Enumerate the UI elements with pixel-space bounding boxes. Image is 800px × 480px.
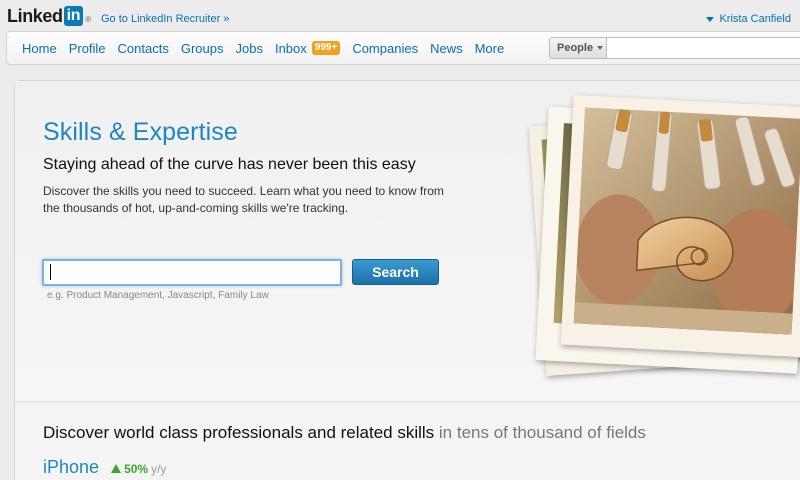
trend-up-icon	[111, 464, 122, 473]
main-content: Skills & Expertise Staying ahead of the …	[14, 80, 800, 480]
skills-hero: Skills & Expertise Staying ahead of the …	[15, 81, 800, 401]
nav-item-groups[interactable]: Groups	[175, 41, 230, 56]
linkedin-logo[interactable]: Linked in ®	[7, 5, 91, 27]
nav-item-home[interactable]: Home	[7, 41, 63, 56]
logo-registered-mark: ®	[85, 15, 92, 24]
user-menu[interactable]: Krista Canfield	[706, 13, 791, 25]
chevron-down-icon	[706, 16, 715, 22]
discover-heading: Discover world class professionals and r…	[43, 423, 646, 443]
text-cursor	[50, 264, 51, 280]
global-search-input[interactable]	[607, 37, 800, 59]
discover-heading-main: Discover world class professionals and r…	[43, 423, 435, 442]
trend-value: 50%	[124, 462, 149, 476]
section-divider	[15, 401, 800, 402]
nav-item-inbox[interactable]: Inbox 999+	[269, 41, 346, 56]
hero-description: Discover the skills you need to succeed.…	[43, 184, 444, 215]
top-bar: Linked in ® Go to LinkedIn Recruiter » K…	[0, 0, 800, 32]
chevron-down-icon	[597, 46, 604, 50]
hero-subtitle: Staying ahead of the curve has never bee…	[43, 156, 416, 173]
search-hint: e.g. Product Management, Javascript, Fam…	[47, 290, 269, 301]
main-nav: Home Profile Contacts Groups Jobs Inbox …	[6, 31, 800, 65]
inbox-count-badge: 999+	[311, 41, 341, 55]
nav-item-inbox-label: Inbox	[274, 40, 307, 56]
search-scope-dropdown[interactable]: People	[549, 37, 607, 59]
violin-carving-illustration	[573, 107, 800, 335]
skill-link-iphone[interactable]: iPhone	[43, 457, 99, 478]
nav-item-jobs[interactable]: Jobs	[230, 41, 269, 56]
global-search: People	[549, 37, 800, 59]
search-scope-label: People	[557, 42, 594, 54]
discover-heading-muted: in tens of thousand of fields	[438, 423, 646, 442]
nav-item-companies[interactable]: Companies	[346, 41, 424, 56]
nav-item-profile[interactable]: Profile	[63, 41, 112, 56]
nav-item-contacts[interactable]: Contacts	[112, 41, 175, 56]
nav-items: Home Profile Contacts Groups Jobs Inbox …	[7, 32, 510, 64]
logo-in-box: in	[63, 6, 84, 26]
skill-search-button[interactable]: Search	[352, 259, 439, 285]
recruiter-link[interactable]: Go to LinkedIn Recruiter »	[101, 13, 229, 25]
logo-wordmark: Linked	[7, 6, 63, 26]
hero-photo	[560, 94, 800, 358]
nav-item-news[interactable]: News	[424, 41, 469, 56]
skill-search-input[interactable]	[42, 259, 342, 286]
trend-unit: y/y	[151, 462, 167, 476]
page-title: Skills & Expertise	[43, 118, 238, 146]
nav-item-more[interactable]: More	[469, 41, 511, 56]
violin-carving-image	[573, 107, 800, 335]
featured-skill-row: iPhone 50% y/y	[43, 457, 166, 478]
user-name: Krista Canfield	[719, 13, 791, 25]
